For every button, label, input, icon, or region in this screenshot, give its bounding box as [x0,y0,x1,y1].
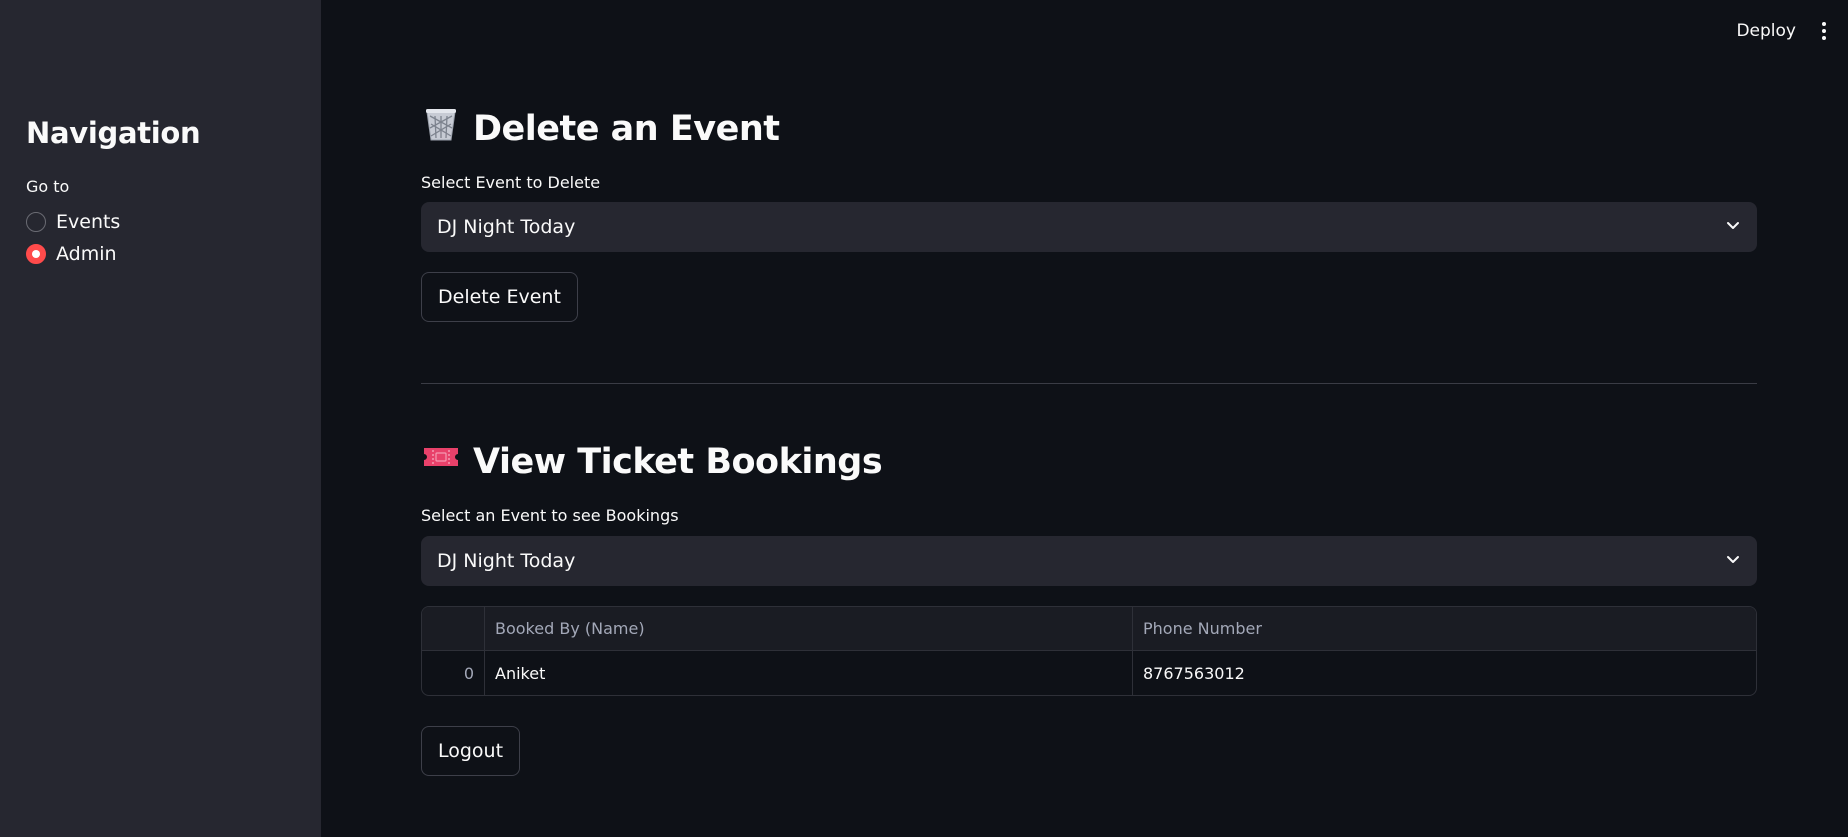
section-divider [421,383,1757,384]
radio-button-unchecked[interactable] [26,212,46,232]
radio-option-admin[interactable]: Admin [26,243,117,265]
section-title: Delete an Event [473,108,780,149]
deploy-button[interactable]: Deploy [1736,21,1796,41]
sidebar: Navigation Go to Events Admin [0,0,321,837]
bookings-table[interactable]: Booked By (Name) Phone Number 0 Aniket 8… [421,606,1757,696]
select-value: DJ Night Today [437,216,576,238]
view-bookings-heading: View Ticket Bookings [421,437,883,486]
delete-event-heading: Delete an Event [421,104,780,153]
wastebasket-icon [421,104,461,153]
bookings-select-label: Select an Event to see Bookings [421,506,679,525]
table-cell-name[interactable]: Aniket [485,651,1133,695]
select-value: DJ Night Today [437,550,576,572]
bookings-event-select[interactable]: DJ Night Today [421,536,1757,586]
radio-option-events[interactable]: Events [26,211,120,233]
delete-event-select[interactable]: DJ Night Today [421,202,1757,252]
index-header [422,607,485,650]
radio-option-label: Events [56,211,121,233]
goto-label: Go to [26,177,70,196]
section-title: View Ticket Bookings [473,441,883,482]
table-cell-phone[interactable]: 8767563012 [1133,651,1756,695]
column-header-phone[interactable]: Phone Number [1133,607,1756,650]
app-header: Deploy [1736,20,1830,42]
table-row: 0 Aniket 8767563012 [422,651,1756,695]
column-header-name[interactable]: Booked By (Name) [485,607,1133,650]
sidebar-title: Navigation [26,116,201,150]
radio-button-checked[interactable] [26,244,46,264]
delete-select-label: Select Event to Delete [421,173,601,192]
delete-event-button[interactable]: Delete Event [421,272,578,322]
row-index: 0 [422,651,485,695]
radio-option-label: Admin [56,243,117,265]
main-menu-icon[interactable] [1818,20,1830,42]
chevron-down-icon [1725,550,1741,572]
ticket-icon [421,437,461,486]
chevron-down-icon [1725,216,1741,238]
logout-button[interactable]: Logout [421,726,521,776]
table-header-row: Booked By (Name) Phone Number [422,607,1756,651]
